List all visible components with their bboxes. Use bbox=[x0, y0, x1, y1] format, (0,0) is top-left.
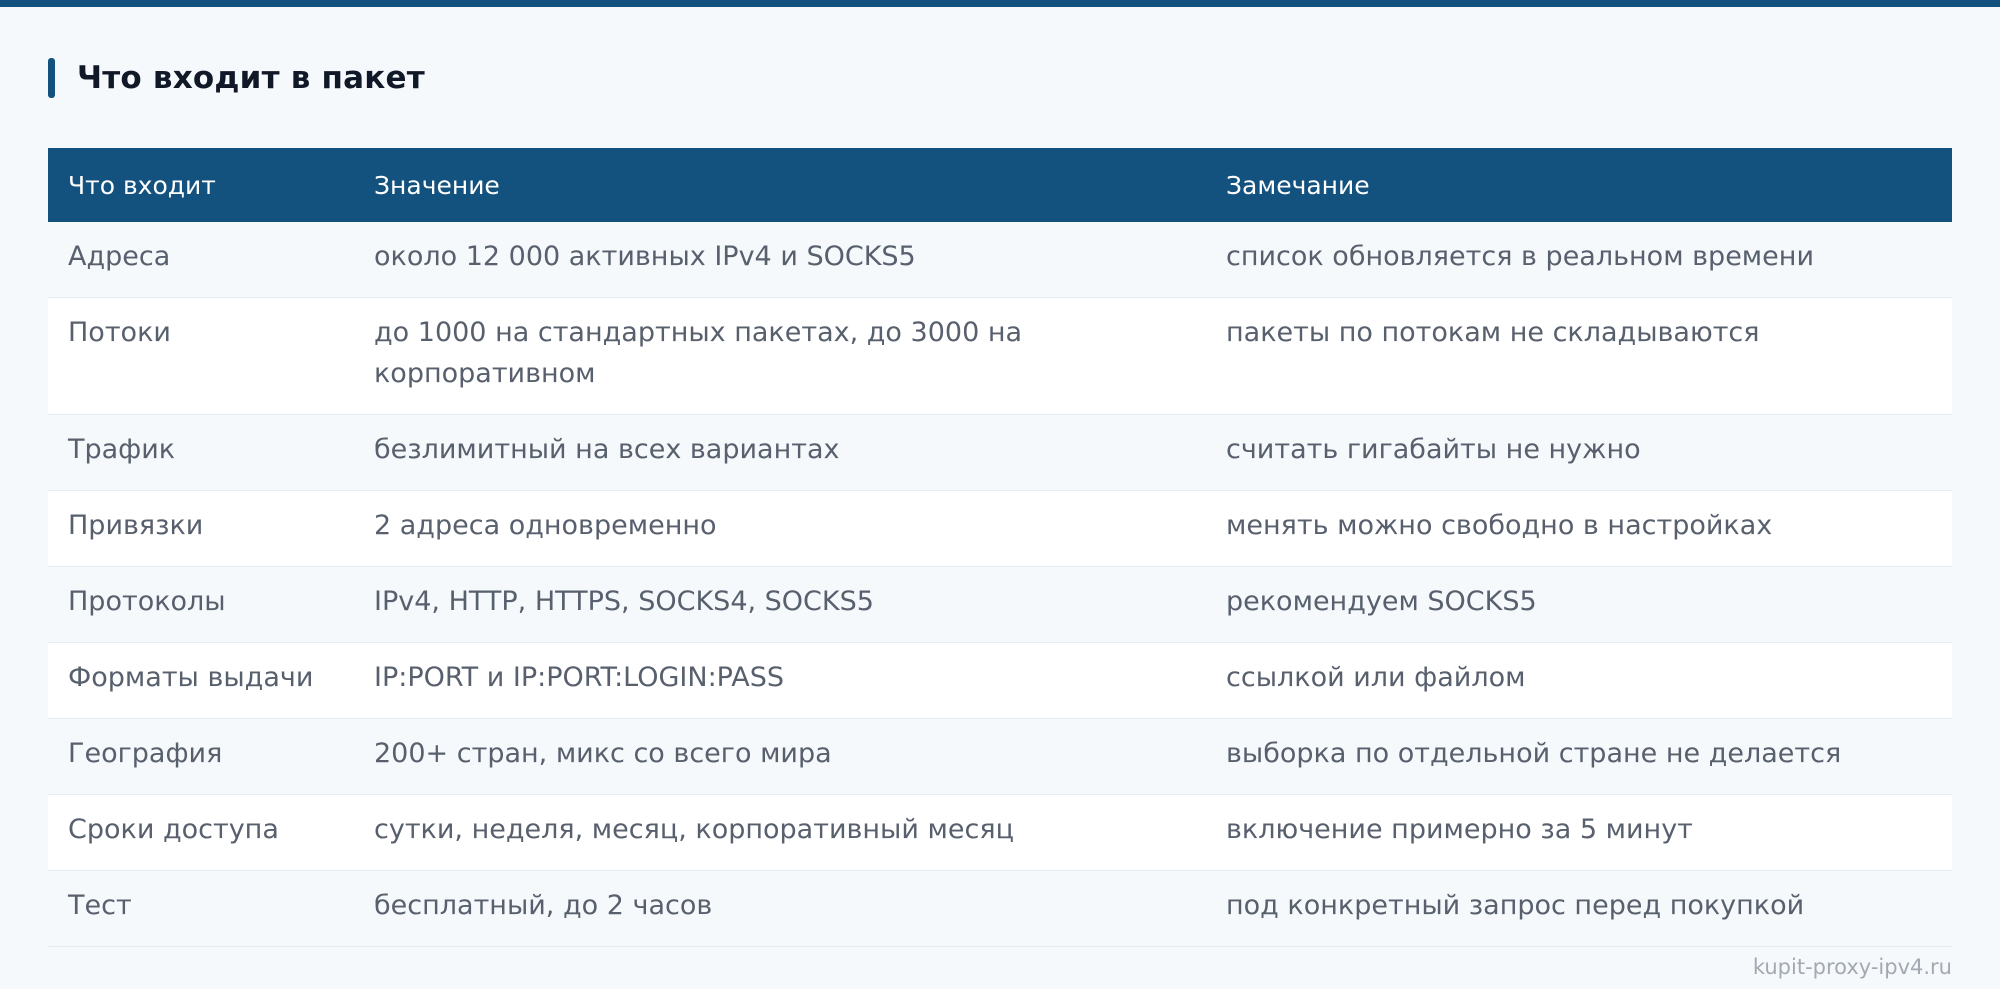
cell-note: ссылкой или файлом bbox=[1206, 642, 1952, 719]
cell-item: Трафик bbox=[48, 414, 354, 491]
table-row: География 200+ стран, микс со всего мира… bbox=[48, 718, 1952, 795]
table-row: Трафик безлимитный на всех вариантах счи… bbox=[48, 414, 1952, 491]
table-row: Сроки доступа сутки, неделя, месяц, корп… bbox=[48, 794, 1952, 871]
package-table: Что входит Значение Замечание Адреса око… bbox=[48, 148, 1952, 947]
table-row: Адреса около 12 000 активных IPv4 и SOCK… bbox=[48, 222, 1952, 298]
section-title: Что входит в пакет bbox=[77, 60, 425, 96]
site-watermark: kupit-proxy-ipv4.ru bbox=[1752, 955, 1952, 979]
heading-accent-mark bbox=[48, 58, 55, 98]
cell-item: Сроки доступа bbox=[48, 794, 354, 871]
table-body: Адреса около 12 000 активных IPv4 и SOCK… bbox=[48, 222, 1952, 947]
cell-value: IPv4, HTTP, HTTPS, SOCKS4, SOCKS5 bbox=[354, 566, 1206, 643]
table-row: Протоколы IPv4, HTTP, HTTPS, SOCKS4, SOC… bbox=[48, 566, 1952, 643]
cell-item: Привязки bbox=[48, 490, 354, 567]
cell-item: Тест bbox=[48, 870, 354, 947]
cell-note: рекомендуем SOCKS5 bbox=[1206, 566, 1952, 643]
column-header-note: Замечание bbox=[1206, 148, 1952, 222]
cell-item: Адреса bbox=[48, 222, 354, 298]
column-header-item: Что входит bbox=[48, 148, 354, 222]
table-header-row: Что входит Значение Замечание bbox=[48, 148, 1952, 222]
cell-value: безлимитный на всех вариантах bbox=[354, 414, 1206, 491]
cell-value: 200+ стран, микс со всего мира bbox=[354, 718, 1206, 795]
cell-value: сутки, неделя, месяц, корпоративный меся… bbox=[354, 794, 1206, 871]
cell-item: Форматы выдачи bbox=[48, 642, 354, 719]
table-row: Привязки 2 адреса одновременно менять мо… bbox=[48, 490, 1952, 567]
cell-note: выборка по отдельной стране не делается bbox=[1206, 718, 1952, 795]
cell-note: пакеты по потокам не складываются bbox=[1206, 297, 1952, 415]
cell-value: до 1000 на стандартных пакетах, до 3000 … bbox=[354, 297, 1206, 415]
top-accent-bar bbox=[0, 0, 2000, 7]
cell-note: включение примерно за 5 минут bbox=[1206, 794, 1952, 871]
cell-note: список обновляется в реальном времени bbox=[1206, 222, 1952, 298]
cell-note: менять можно свободно в настройках bbox=[1206, 490, 1952, 567]
cell-value: около 12 000 активных IPv4 и SOCKS5 bbox=[354, 222, 1206, 298]
table-row: Тест бесплатный, до 2 часов под конкретн… bbox=[48, 870, 1952, 947]
cell-note: считать гигабайты не нужно bbox=[1206, 414, 1952, 491]
table-header: Что входит Значение Замечание bbox=[48, 148, 1952, 222]
column-header-value: Значение bbox=[354, 148, 1206, 222]
table-row: Форматы выдачи IP:PORT и IP:PORT:LOGIN:P… bbox=[48, 642, 1952, 719]
cell-value: бесплатный, до 2 часов bbox=[354, 870, 1206, 947]
cell-item: Протоколы bbox=[48, 566, 354, 643]
section-heading: Что входит в пакет bbox=[48, 58, 425, 98]
cell-value: 2 адреса одновременно bbox=[354, 490, 1206, 567]
cell-item: География bbox=[48, 718, 354, 795]
cell-note: под конкретный запрос перед покупкой bbox=[1206, 870, 1952, 947]
cell-value: IP:PORT и IP:PORT:LOGIN:PASS bbox=[354, 642, 1206, 719]
table-row: Потоки до 1000 на стандартных пакетах, д… bbox=[48, 297, 1952, 415]
cell-item: Потоки bbox=[48, 297, 354, 415]
